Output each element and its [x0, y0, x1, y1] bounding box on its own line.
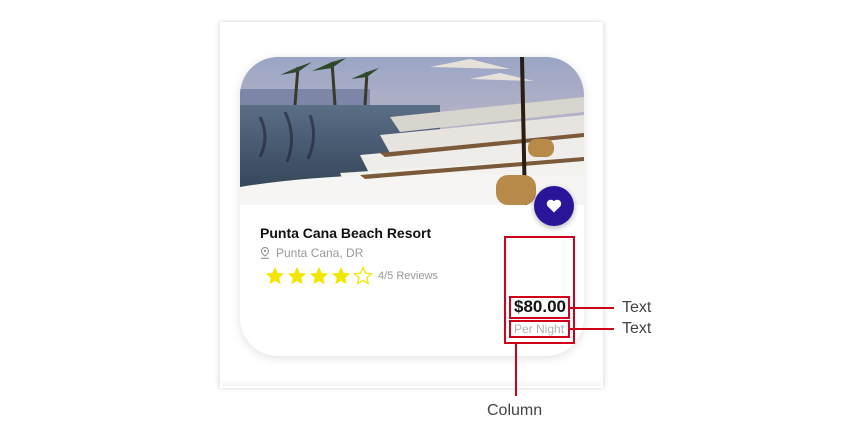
star-icon	[265, 266, 285, 285]
phone-bottom-edge	[222, 380, 601, 386]
reviews-count: 4/5 Reviews	[378, 270, 438, 282]
location-pin-icon	[260, 247, 270, 259]
price-text-highlight	[509, 296, 570, 319]
star-outline-icon	[353, 265, 373, 285]
hotel-photo	[240, 57, 584, 205]
price-connector-line	[570, 307, 614, 309]
per-night-connector-line	[570, 328, 614, 330]
favorite-button[interactable]	[534, 186, 574, 226]
column-connector-line	[515, 344, 517, 396]
star-icon	[309, 266, 329, 285]
hotel-location: Punta Cana, DR	[260, 246, 363, 260]
hotel-location-text: Punta Cana, DR	[276, 246, 364, 260]
column-annotation-label: Column	[487, 402, 543, 419]
star-rating: 4/5 Reviews	[264, 265, 438, 287]
heart-icon	[546, 199, 562, 213]
star-icon	[331, 266, 351, 285]
hotel-name: Punta Cana Beach Resort	[260, 225, 432, 241]
per-night-annotation-label: Text	[622, 320, 652, 337]
per-night-highlight	[509, 320, 570, 338]
star-icon	[287, 266, 307, 285]
price-annotation-label: Text	[622, 299, 652, 316]
